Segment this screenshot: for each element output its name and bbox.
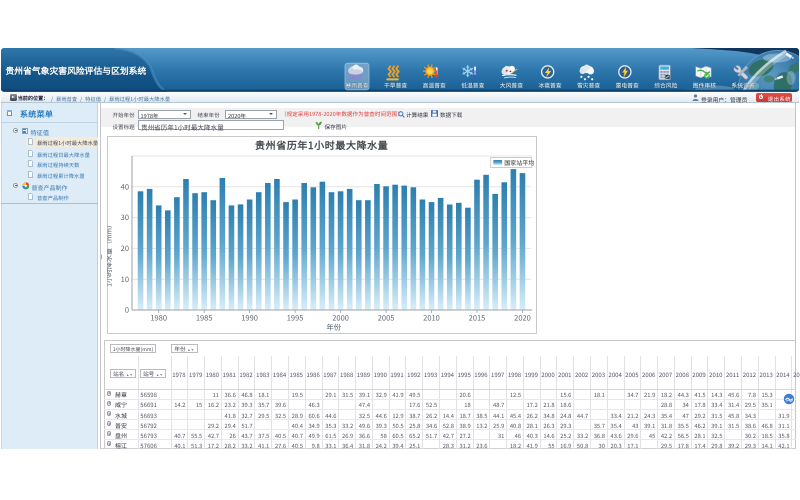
svg-text:国家站平均: 国家站平均: [504, 158, 534, 167]
svg-text:系统设置: 系统设置: [731, 80, 754, 89]
svg-text:2005: 2005: [378, 313, 395, 324]
svg-text:冰雹普查: 冰雹普查: [538, 80, 561, 89]
svg-text:30: 30: [120, 212, 128, 223]
svg-text:低温普查: 低温普查: [461, 80, 484, 89]
svg-text:贵州省历年1小时最大降水量: 贵州省历年1小时最大降水量: [255, 137, 388, 152]
svg-text:大风普查: 大风普查: [500, 80, 523, 89]
svg-text:20: 20: [120, 243, 128, 254]
svg-text:年份: 年份: [326, 322, 341, 333]
svg-text:1990: 1990: [241, 313, 258, 324]
svg-text:综合风险: 综合风险: [654, 80, 677, 89]
svg-text:2010: 2010: [423, 313, 440, 324]
svg-text:高温普查: 高温普查: [423, 80, 446, 89]
svg-text:贵州省气象灾害风险评估与区划系统: 贵州省气象灾害风险评估与区划系统: [6, 64, 147, 77]
svg-text:40: 40: [120, 181, 128, 192]
svg-text:2020: 2020: [514, 313, 531, 324]
svg-text:1980: 1980: [150, 313, 167, 324]
svg-text:雪灾普查: 雪灾普查: [577, 80, 600, 89]
svg-text:暴雨普查: 暴雨普查: [345, 80, 368, 89]
svg-text:1985: 1985: [196, 313, 213, 324]
svg-text:0: 0: [125, 305, 129, 316]
svg-text:1小时降水量（mm）: 1小时降水量（mm）: [107, 221, 115, 287]
svg-text:10: 10: [120, 274, 128, 285]
svg-text:2015: 2015: [468, 313, 485, 324]
svg-text:干旱普查: 干旱普查: [384, 80, 407, 89]
svg-text:图件审核: 图件审核: [693, 80, 716, 89]
svg-text:雷电普查: 雷电普查: [616, 80, 639, 89]
svg-text:1995: 1995: [287, 313, 304, 324]
